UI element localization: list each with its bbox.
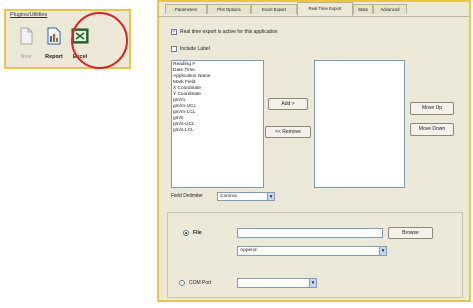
tab-advanced[interactable]: Advanced <box>373 4 407 14</box>
report-icon <box>47 27 61 45</box>
field-delimiter-value: Comma <box>220 194 237 199</box>
add-button[interactable]: Add > <box>268 98 308 110</box>
tab-stats[interactable]: Stats <box>353 4 373 14</box>
new-document-icon <box>20 27 33 45</box>
report-button-label: Report <box>45 54 63 60</box>
tab-parameters[interactable]: Parameters <box>165 4 207 14</box>
tab-excel-export[interactable]: Excel Export <box>251 4 297 14</box>
tab-real-time-export[interactable]: Real Time Export <box>297 2 353 16</box>
toolbar-group-title: Plugins/Utilities <box>10 12 48 18</box>
selected-fields-list[interactable] <box>314 60 405 188</box>
remove-button[interactable]: << Remove <box>265 126 311 138</box>
com-port-label: COM Port <box>189 280 212 286</box>
move-down-button[interactable]: Move Down <box>410 123 454 136</box>
browse-button[interactable]: Browse <box>388 227 433 239</box>
chevron-down-icon: ▼ <box>267 193 274 200</box>
file-radio-label: File <box>193 230 202 236</box>
new-button[interactable]: New <box>14 26 38 66</box>
chevron-down-icon: ▼ <box>379 247 386 255</box>
file-mode-select[interactable]: Append ▼ <box>237 246 387 256</box>
export-dialog: Parameters Plot Options Excel Export Rea… <box>157 0 471 302</box>
include-label-label: Include Label <box>180 46 210 52</box>
field-delimiter-label: Field Delimiter <box>171 193 203 199</box>
tab-bar: Parameters Plot Options Excel Export Rea… <box>159 2 469 17</box>
list-item[interactable]: gm/s-LCL <box>173 128 194 134</box>
tab-plot-options[interactable]: Plot Options <box>207 4 251 14</box>
realtime-active-checkbox[interactable]: ✓ <box>171 29 177 35</box>
file-path-input[interactable] <box>237 228 383 238</box>
new-button-label: New <box>20 54 32 60</box>
chevron-down-icon: ▼ <box>309 279 316 287</box>
file-radio[interactable] <box>183 230 189 236</box>
com-port-select[interactable]: ▼ <box>237 278 317 288</box>
callout-circle <box>71 12 128 69</box>
file-mode-value: Append <box>240 248 257 253</box>
field-delimiter-select[interactable]: Comma ▼ <box>217 192 275 201</box>
com-port-radio[interactable] <box>179 280 185 286</box>
realtime-active-label: Real time export is active for this appl… <box>180 29 278 35</box>
report-button[interactable]: Report <box>42 26 66 66</box>
available-fields-list[interactable]: Reading # Date Time Application Name Mark F… <box>171 60 264 188</box>
move-up-button[interactable]: Move Up <box>410 102 454 115</box>
include-label-checkbox[interactable] <box>171 46 177 52</box>
